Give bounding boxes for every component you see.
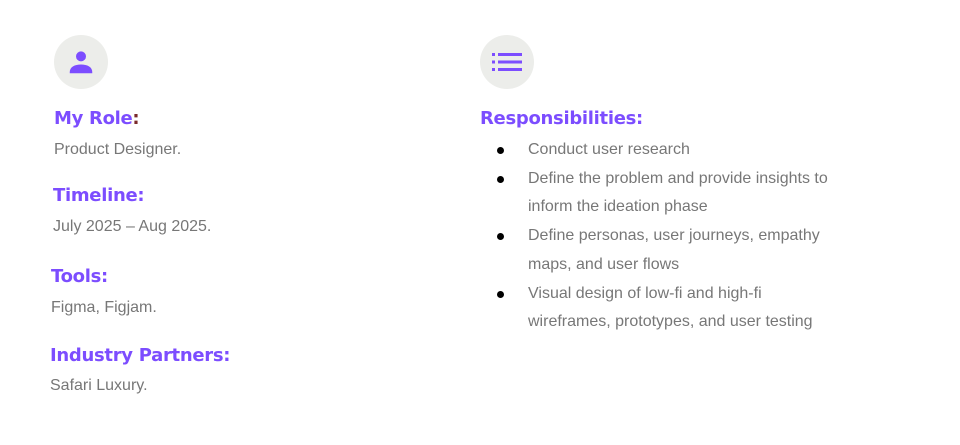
tools-heading: Tools: [51,266,108,287]
bullet-icon [497,147,504,154]
list-item-text: Visual design of low-fi and high-fi wire… [528,284,813,331]
responsibilities-heading: Responsibilities: [480,108,643,129]
list-item-text: Define the problem and provide insights … [528,169,828,216]
list-item: Define the problem and provide insights … [480,165,830,222]
role-heading-colon: : [132,108,140,129]
bullet-icon [497,233,504,241]
list-item: Conduct user research [480,136,830,165]
list-item: Define personas, user journeys, empathy … [480,222,830,279]
partners-value: Safari Luxury. [50,377,148,394]
bullet-icon [497,290,504,298]
partners-heading: Industry Partners: [50,345,231,366]
user-icon [54,35,108,89]
responsibilities-list: Conduct user research Define the problem… [480,136,830,337]
role-heading: My Role: [54,108,140,129]
timeline-value: July 2025 – Aug 2025. [53,218,212,235]
role-heading-text: My Role [54,108,133,129]
bullet-icon [497,175,504,183]
list-item-text: Define personas, user journeys, empathy … [528,227,820,273]
role-value: Product Designer. [54,141,182,158]
tools-value: Figma, Figjam. [51,299,157,316]
timeline-heading: Timeline: [53,185,145,206]
list-item-text: Conduct user research [528,141,690,158]
list-item: Visual design of low-fi and high-fi wire… [480,280,830,337]
list-icon [480,35,534,89]
